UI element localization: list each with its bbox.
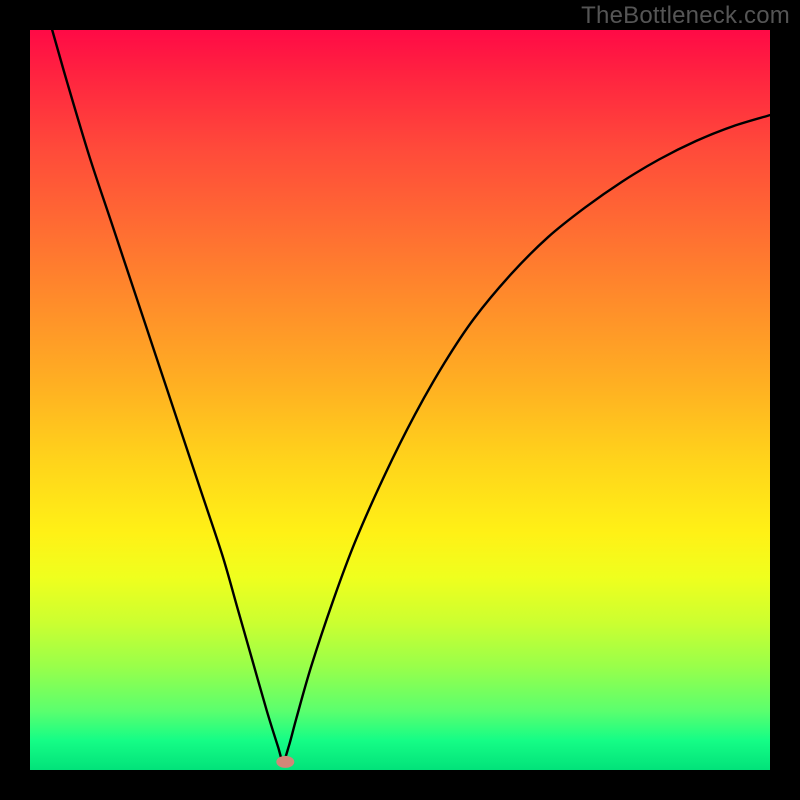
curve-line xyxy=(52,30,770,761)
chart-overlay xyxy=(30,30,770,770)
minimum-marker xyxy=(276,756,294,768)
watermark-text: TheBottleneck.com xyxy=(581,2,790,30)
chart-frame: TheBottleneck.com xyxy=(0,0,800,800)
plot-area xyxy=(30,30,770,770)
